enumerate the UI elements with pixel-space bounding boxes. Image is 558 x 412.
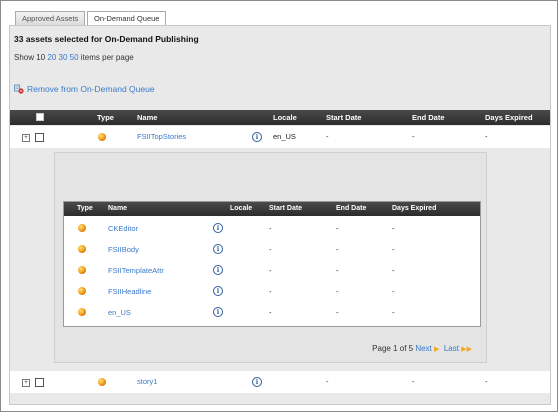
info-icon[interactable]: i — [213, 223, 223, 233]
tab-on-demand-queue[interactable]: On-Demand Queue — [87, 11, 167, 26]
table-row[interactable]: + FSIITopStories i en_US - - - — [10, 126, 550, 148]
child-table-header: Type Name Locale Start Date End Date Day… — [64, 202, 480, 216]
next-arrow-icon: ▶ — [434, 346, 440, 353]
per-page-suffix: items per page — [80, 53, 134, 62]
child-end-date: - — [336, 308, 339, 317]
row-checkbox[interactable] — [35, 133, 44, 142]
row-locale: en_US — [273, 132, 296, 141]
pagination: Page 1 of 5 Next ▶ Last ▶▶ — [372, 344, 472, 353]
table-row[interactable]: + story1 i - - - — [10, 371, 550, 393]
child-col-end-date: End Date — [336, 205, 367, 212]
child-start-date: - — [269, 245, 272, 254]
asset-ball-icon — [78, 266, 86, 274]
child-col-days-expired: Days Expired — [392, 205, 437, 212]
child-days-expired: - — [392, 287, 395, 296]
child-end-date: - — [336, 287, 339, 296]
expand-plus-icon[interactable]: + — [22, 379, 30, 387]
per-page-20-link[interactable]: 20 — [47, 53, 56, 62]
last-arrow-icon: ▶▶ — [461, 346, 472, 353]
info-icon[interactable]: i — [252, 377, 262, 387]
child-asset-link[interactable]: CKEditor — [108, 224, 138, 233]
row-start-date: - — [326, 132, 329, 141]
tab-approved-assets[interactable]: Approved Assets — [15, 11, 86, 25]
per-page-30-link[interactable]: 30 — [59, 53, 68, 62]
child-col-type: Type — [77, 205, 93, 212]
selection-summary: 33 assets selected for On-Demand Publish… — [14, 34, 199, 44]
per-page-prefix: Show 10 — [14, 53, 46, 62]
child-asset-link[interactable]: en_US — [108, 308, 131, 317]
row-checkbox[interactable] — [35, 378, 44, 387]
window-frame: Approved Assets On-Demand Queue 33 asset… — [0, 0, 558, 412]
child-row[interactable]: FSIIHeadline i - - - — [64, 281, 480, 303]
next-page-link[interactable]: Next — [415, 344, 431, 353]
remove-queue-icon — [14, 84, 24, 94]
row-days-expired: - — [485, 377, 488, 386]
asset-ball-icon — [98, 378, 106, 386]
queue-panel: 33 assets selected for On-Demand Publish… — [9, 25, 551, 405]
per-page-50-link[interactable]: 50 — [70, 53, 79, 62]
child-start-date: - — [269, 308, 272, 317]
child-start-date: - — [269, 266, 272, 275]
child-asset-link[interactable]: FSIIHeadline — [108, 287, 151, 296]
child-row[interactable]: en_US i - - - — [64, 302, 480, 323]
asset-ball-icon — [78, 224, 86, 232]
child-asset-link[interactable]: FSIIBody — [108, 245, 139, 254]
child-end-date: - — [336, 245, 339, 254]
asset-name-link[interactable]: story1 — [137, 377, 157, 386]
col-start-date: Start Date — [326, 113, 362, 122]
per-page-selector: Show 10 20 30 50 items per page — [14, 53, 134, 62]
expanded-details: Type Name Locale Start Date End Date Day… — [54, 152, 487, 363]
child-days-expired: - — [392, 266, 395, 275]
info-icon[interactable]: i — [213, 244, 223, 254]
col-days-expired: Days Expired — [485, 113, 533, 122]
page-indicator: Page 1 of 5 — [372, 344, 414, 353]
child-start-date: - — [269, 224, 272, 233]
child-row[interactable]: FSIIBody i - - - — [64, 239, 480, 261]
row-end-date: - — [412, 377, 415, 386]
row-start-date: - — [326, 377, 329, 386]
info-icon[interactable]: i — [213, 307, 223, 317]
asset-ball-icon — [98, 133, 106, 141]
child-start-date: - — [269, 287, 272, 296]
child-end-date: - — [336, 266, 339, 275]
child-col-name: Name — [108, 205, 128, 212]
asset-ball-icon — [78, 245, 86, 253]
child-days-expired: - — [392, 224, 395, 233]
col-end-date: End Date — [412, 113, 445, 122]
child-row[interactable]: FSIITemplateAttr i - - - — [64, 260, 480, 282]
child-col-locale: Locale — [230, 205, 253, 212]
info-icon[interactable]: i — [213, 286, 223, 296]
asset-ball-icon — [78, 287, 86, 295]
asset-name-link[interactable]: FSIITopStories — [137, 132, 186, 141]
child-col-start-date: Start Date — [269, 205, 303, 212]
info-icon[interactable]: i — [252, 132, 262, 142]
col-name: Name — [137, 113, 158, 122]
info-icon[interactable]: i — [213, 265, 223, 275]
row-end-date: - — [412, 132, 415, 141]
last-page-link[interactable]: Last — [444, 344, 459, 353]
expand-plus-icon[interactable]: + — [22, 134, 30, 142]
child-asset-link[interactable]: FSIITemplateAttr — [108, 266, 164, 275]
remove-from-queue-link[interactable]: Remove from On-Demand Queue — [14, 84, 155, 94]
child-row[interactable]: CKEditor i - - - — [64, 218, 480, 240]
col-locale: Locale — [273, 113, 297, 122]
select-all-checkbox[interactable] — [36, 113, 44, 121]
child-end-date: - — [336, 224, 339, 233]
table-header: Type Name Locale Start Date End Date Day… — [10, 110, 550, 125]
remove-from-queue-label: Remove from On-Demand Queue — [27, 84, 155, 94]
asset-ball-icon — [78, 308, 86, 316]
child-days-expired: - — [392, 245, 395, 254]
col-type: Type — [97, 113, 114, 122]
child-days-expired: - — [392, 308, 395, 317]
row-days-expired: - — [485, 132, 488, 141]
child-assets-table: Type Name Locale Start Date End Date Day… — [63, 201, 481, 327]
